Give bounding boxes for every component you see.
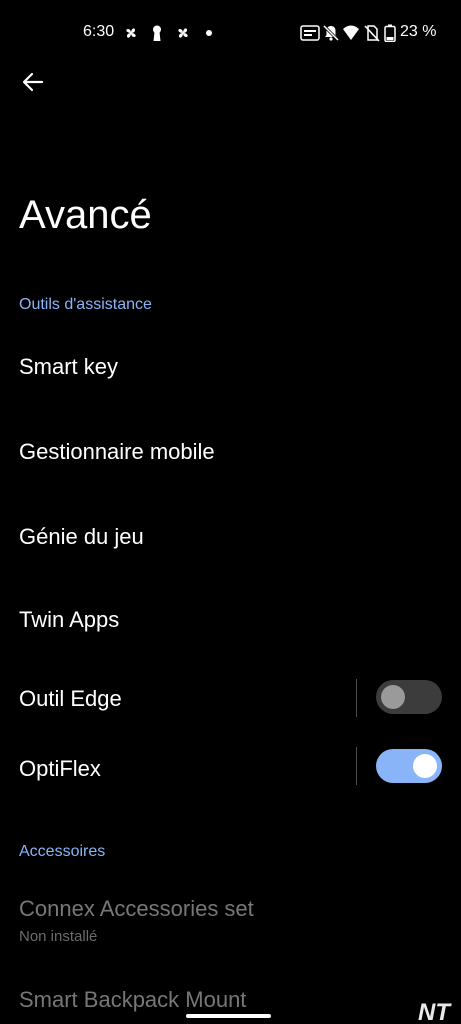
svg-text:NT: NT [418, 999, 452, 1022]
menu-item-smart-key[interactable]: Smart key [0, 330, 461, 405]
menu-item-optiflex[interactable]: OptiFlex [0, 735, 461, 801]
keyhole-icon [153, 25, 161, 41]
gesture-nav-handle[interactable] [186, 1014, 271, 1018]
battery-percentage: 23 % [400, 23, 437, 40]
menu-item-label: Twin Apps [19, 607, 120, 632]
menu-item-label: Gestionnaire mobile [19, 439, 215, 464]
mute-icon [322, 24, 340, 42]
toggle-thumb [381, 685, 405, 709]
wifi-icon [343, 25, 359, 40]
menu-item-twin-apps[interactable]: Twin Apps [0, 585, 461, 660]
edge-tool-toggle[interactable] [376, 680, 442, 714]
menu-item-mobile-manager[interactable]: Gestionnaire mobile [0, 415, 461, 490]
menu-item-edge-tool[interactable]: Outil Edge [0, 665, 461, 731]
pinwheel-icon [126, 28, 136, 38]
watermark-logo: NT [418, 999, 452, 1022]
menu-item-label: Connex Accessories set [19, 896, 254, 921]
menu-item-status: Non installé [19, 928, 98, 945]
menu-item-game-genie[interactable]: Génie du jeu [0, 500, 461, 575]
arrow-left-icon [22, 72, 44, 92]
section-header-accessories: Accessoires [19, 843, 106, 860]
menu-item-label: OptiFlex [19, 756, 101, 781]
toggle-thumb [413, 754, 437, 778]
menu-item-label: Génie du jeu [19, 524, 144, 549]
page-title: Avancé [19, 193, 152, 237]
menu-item-label: Outil Edge [19, 686, 122, 711]
menu-item-label: Smart Backpack Mount [19, 987, 247, 1012]
status-time: 6:30 [83, 23, 115, 40]
dot-icon [206, 30, 212, 36]
menu-item-connex-accessories[interactable]: Connex Accessories set Non installé [0, 880, 461, 960]
status-bar: 6:30 23 % [0, 0, 461, 66]
section-header-tools: Outils d'assistance [19, 296, 152, 313]
menu-item-label: Smart key [19, 354, 119, 379]
back-button[interactable] [14, 64, 52, 100]
toggle-divider [356, 747, 357, 785]
toggle-divider [356, 679, 357, 717]
battery-icon [384, 24, 396, 42]
optiflex-toggle[interactable] [376, 749, 442, 783]
pinwheel-icon [178, 28, 188, 38]
auto-hd-icon [300, 25, 320, 41]
no-sim-icon [364, 25, 380, 42]
